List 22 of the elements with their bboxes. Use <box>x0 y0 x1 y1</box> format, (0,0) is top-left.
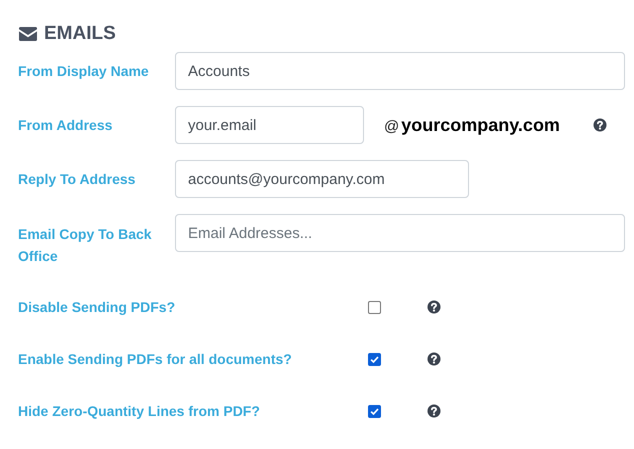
help-icon[interactable] <box>427 300 441 314</box>
option-label: Hide Zero-Quantity Lines from PDF? <box>18 402 261 421</box>
input-field[interactable]: Email Addresses... <box>175 214 625 252</box>
checkbox[interactable] <box>368 300 381 314</box>
help-icon[interactable] <box>593 118 607 132</box>
section-title: EMAILS <box>44 22 116 46</box>
input-field[interactable]: Accounts <box>175 52 625 90</box>
help-icon[interactable] <box>427 404 441 418</box>
field-label: From Address <box>18 116 114 135</box>
checkbox[interactable] <box>368 352 381 366</box>
field-label: Reply To Address <box>18 170 136 189</box>
option-label: Enable Sending PDFs for all documents? <box>18 350 293 369</box>
input-field[interactable]: accounts@yourcompany.com <box>175 160 469 198</box>
field-label: From Display Name <box>18 62 150 81</box>
help-icon[interactable] <box>427 352 441 366</box>
envelope-icon <box>18 26 38 42</box>
checkbox[interactable] <box>368 404 381 418</box>
domain-text: yourcompany.com <box>401 114 560 137</box>
at-sign: @ <box>384 116 400 136</box>
option-label: Disable Sending PDFs? <box>18 298 176 317</box>
input-field[interactable]: your.email <box>175 106 364 144</box>
field-label: Email Copy To Back Office <box>18 225 153 266</box>
